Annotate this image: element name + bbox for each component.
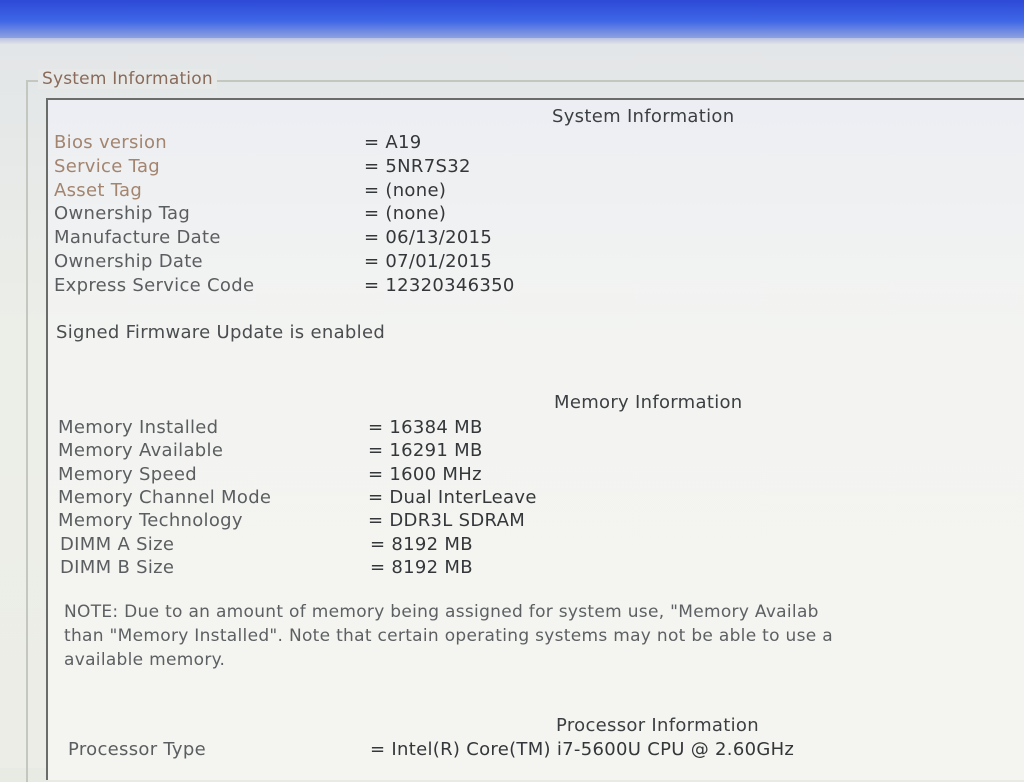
ownership-date-value: = 07/01/2015 — [364, 251, 493, 272]
info-row-memory-available: Memory Available = 16291 MB — [58, 440, 1018, 462]
ownership-tag-label: Ownership Tag — [54, 203, 191, 224]
memory-note: NOTE: Due to an amount of memory being a… — [64, 600, 1024, 672]
info-row-service-tag: Service Tag = 5NR7S32 — [54, 156, 1014, 178]
info-row-express-service-code: Express Service Code = 12320346350 — [54, 275, 1014, 297]
memory-information-heading: Memory Information — [554, 392, 743, 413]
memory-technology-value: = DDR3L SDRAM — [368, 510, 526, 531]
memory-technology-label: Memory Technology — [58, 510, 243, 531]
dimm-b-size-value: = 8192 MB — [370, 557, 473, 578]
bios-title-bar — [0, 0, 1024, 38]
memory-speed-value: = 1600 MHz — [368, 464, 482, 485]
bios-version-label: Bios version — [54, 132, 167, 153]
processor-type-value: = Intel(R) Core(TM) i7-5600U CPU @ 2.60GH… — [370, 739, 795, 760]
dimm-a-size-value: = 8192 MB — [370, 534, 473, 555]
system-information-heading: System Information — [552, 106, 735, 127]
memory-available-value: = 16291 MB — [368, 440, 483, 461]
express-service-code-value: = 12320346350 — [364, 275, 515, 296]
manufacture-date-label: Manufacture Date — [54, 227, 221, 248]
info-row-ownership-tag: Ownership Tag = (none) — [54, 203, 1014, 225]
info-row-memory-installed: Memory Installed = 16384 MB — [58, 417, 1018, 439]
info-row-memory-channel-mode: Memory Channel Mode = Dual InterLeave — [58, 487, 1018, 509]
express-service-code-label: Express Service Code — [54, 275, 255, 296]
dimm-a-size-label: DIMM A Size — [60, 534, 175, 555]
service-tag-value: = 5NR7S32 — [364, 156, 471, 177]
dimm-b-size-label: DIMM B Size — [60, 557, 175, 578]
asset-tag-label: Asset Tag — [54, 180, 143, 201]
info-row-bios-version: Bios version = A19 — [54, 132, 1014, 154]
ownership-date-label: Ownership Date — [54, 251, 203, 272]
memory-speed-label: Memory Speed — [58, 464, 197, 485]
info-row-dimm-a-size: DIMM A Size = 8192 MB — [60, 534, 1020, 556]
info-row-dimm-b-size: DIMM B Size = 8192 MB — [60, 557, 1020, 579]
processor-type-label: Processor Type — [68, 739, 206, 760]
memory-note-line: than "Memory Installed". Note that certa… — [64, 626, 833, 646]
memory-note-line: available memory. — [64, 650, 226, 670]
memory-installed-label: Memory Installed — [58, 417, 219, 438]
group-box-title: System Information — [38, 69, 217, 89]
asset-tag-value: = (none) — [364, 180, 447, 201]
info-row-asset-tag: Asset Tag = (none) — [54, 180, 1014, 202]
memory-channel-mode-label: Memory Channel Mode — [58, 487, 272, 508]
info-row-memory-speed: Memory Speed = 1600 MHz — [58, 464, 1018, 486]
processor-information-heading: Processor Information — [556, 715, 759, 736]
memory-channel-mode-value: = Dual InterLeave — [368, 487, 537, 508]
info-row-ownership-date: Ownership Date = 07/01/2015 — [54, 251, 1014, 273]
ownership-tag-value: = (none) — [364, 203, 447, 224]
memory-installed-value: = 16384 MB — [368, 417, 483, 438]
memory-note-line: NOTE: Due to an amount of memory being a… — [64, 602, 819, 622]
service-tag-label: Service Tag — [54, 156, 161, 177]
info-row-memory-technology: Memory Technology = DDR3L SDRAM — [58, 510, 1018, 532]
bios-version-value: = A19 — [364, 132, 422, 153]
firmware-update-status: Signed Firmware Update is enabled — [56, 322, 386, 343]
memory-available-label: Memory Available — [58, 440, 224, 461]
info-row-processor-type: Processor Type = Intel(R) Core(TM) i7-560… — [68, 739, 1024, 761]
info-row-manufacture-date: Manufacture Date = 06/13/2015 — [54, 227, 1014, 249]
manufacture-date-value: = 06/13/2015 — [364, 227, 493, 248]
